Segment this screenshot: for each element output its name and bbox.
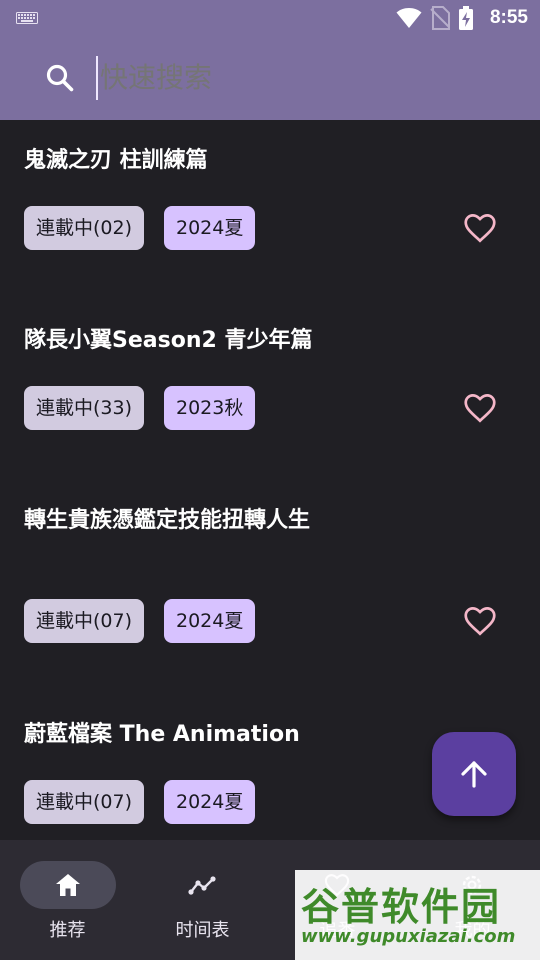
list-item[interactable]: 鬼滅之刃 柱訓練篇 連載中(02) 2024夏 [0,120,540,300]
search-input[interactable] [100,56,480,100]
anime-title: 鬼滅之刃 柱訓練篇 [24,148,208,173]
nav-item-timeline[interactable]: 时间表 [135,840,270,960]
nav-label: 时间表 [175,920,230,941]
season-chip: 2024夏 [164,780,256,824]
nav-label: 推荐 [49,920,86,941]
watermark: 谷普软件园 www.gupuxiazai.com [295,870,540,960]
status-chip: 連載中(07) [24,780,145,824]
season-chip: 2024夏 [164,206,256,250]
season-chip: 2023秋 [164,386,256,430]
status-chip: 連載中(02) [24,206,145,250]
no-sim-icon [430,6,450,30]
status-bar: 8:55 [0,0,540,36]
heart-icon[interactable] [462,210,498,246]
clock: 8:55 [489,7,528,28]
watermark-text: 谷普软件园 [301,885,502,929]
anime-title: 隊長小翼Season2 青少年篇 [24,328,313,353]
heart-icon[interactable] [462,390,498,426]
keyboard-icon [16,12,38,24]
arrow-up-icon [461,761,487,788]
wifi-icon [396,8,422,28]
status-chip: 連載中(07) [24,599,145,643]
heart-icon[interactable] [462,603,498,639]
search-bar [0,36,540,120]
list-item[interactable]: 轉生貴族憑鑑定技能扭轉人生 連載中(07) 2024夏 [0,480,540,694]
search-icon[interactable] [44,62,76,94]
scroll-to-top-button[interactable] [432,732,516,816]
battery-charging-icon [458,6,473,30]
home-icon [56,874,80,896]
anime-title: 轉生貴族憑鑑定技能扭轉人生 [24,508,311,533]
anime-title: 蔚藍檔案 The Animation [24,722,300,747]
watermark-url: www.gupuxiazai.com [301,926,516,947]
status-chip: 連載中(33) [24,386,145,430]
season-chip: 2024夏 [164,599,256,643]
nav-item-recommend[interactable]: 推荐 [0,840,135,960]
text-caret [96,56,98,100]
timeline-icon [188,876,216,895]
list-item[interactable]: 隊長小翼Season2 青少年篇 連載中(33) 2023秋 [0,300,540,480]
